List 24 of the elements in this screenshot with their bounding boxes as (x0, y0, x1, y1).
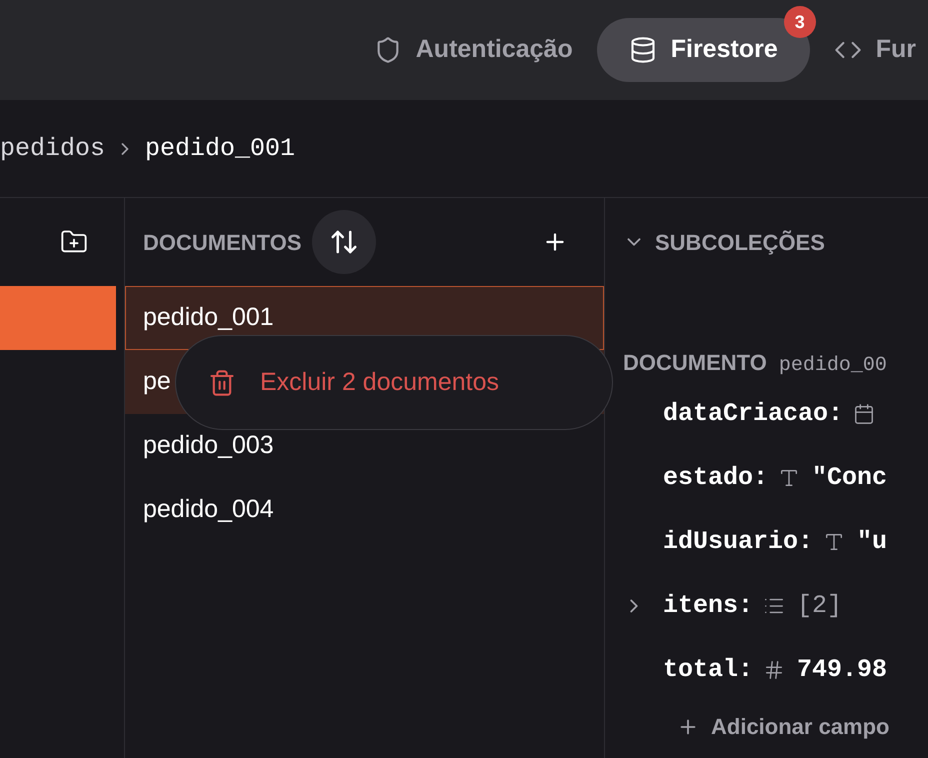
field-value: "Conc (812, 462, 888, 494)
document-id: pedido_00 (778, 353, 887, 379)
breadcrumb-link[interactable]: pedido_001 (145, 130, 296, 168)
field-value: 749.98 (797, 654, 888, 686)
section-title: SUBCOLEÇÕES (655, 228, 825, 257)
section-title: DOCUMENTOS (143, 228, 302, 256)
nav-tab[interactable]: Autenticação (362, 18, 585, 82)
field-value: [2] (797, 590, 842, 622)
delete-menu-item[interactable]: Excluir 2 documentos (208, 364, 500, 402)
trash-icon (208, 368, 236, 396)
field-key: estado: (663, 459, 768, 497)
add-field-button[interactable]: Adicionar campo (677, 710, 890, 743)
field-key: total: (663, 651, 754, 689)
document-row[interactable]: pedido_004 (125, 478, 604, 542)
field-key: idUsuario: (663, 523, 814, 561)
database-icon (628, 36, 657, 64)
notification-badge: 3 (784, 6, 816, 38)
field-value: "u (857, 526, 888, 558)
calendar-icon (853, 403, 876, 425)
section-title: DOCUMENTO (623, 349, 767, 377)
nav-tab[interactable]: Fur (822, 18, 928, 82)
field-key: dataCriacao: (663, 395, 844, 433)
breadcrumb-link[interactable]: pedidos (0, 130, 106, 168)
field-key: itens: (663, 587, 754, 625)
